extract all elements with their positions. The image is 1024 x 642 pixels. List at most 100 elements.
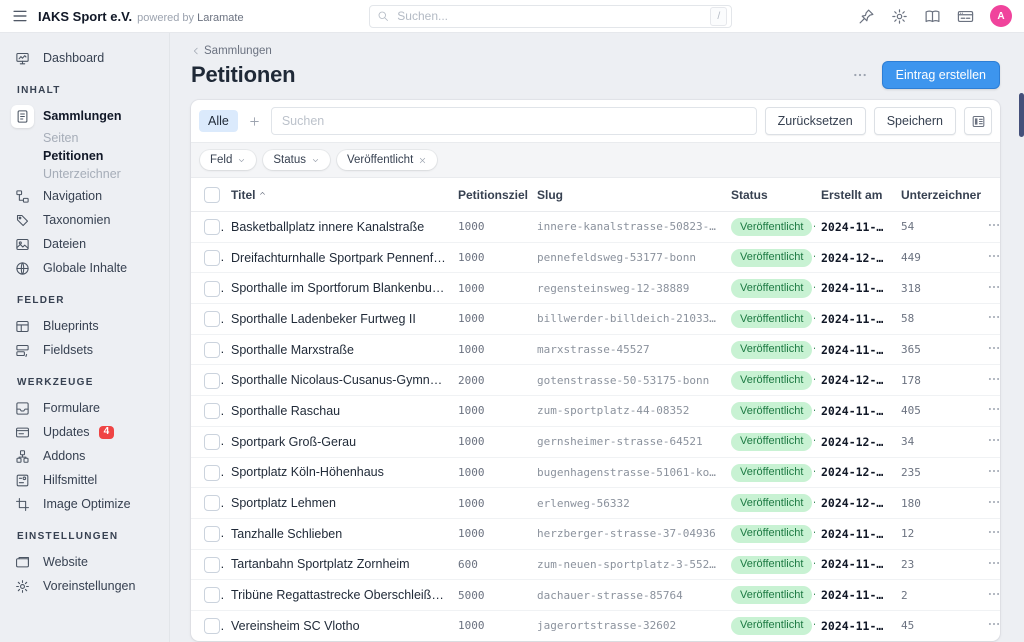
add-view-icon[interactable]	[248, 115, 261, 128]
entry-title-link[interactable]: Basketballplatz innere Kanalstraße	[225, 212, 452, 243]
row-checkbox[interactable]	[204, 434, 220, 450]
sidebar-item-dateien[interactable]: Dateien	[15, 232, 169, 256]
row-actions-button[interactable]	[987, 341, 1000, 355]
column-header-erstellt-am[interactable]: Erstellt am	[815, 178, 895, 212]
entry-title-link[interactable]: Sporthalle Raschau	[225, 396, 452, 427]
row-checkbox[interactable]	[204, 495, 220, 511]
row-checkbox[interactable]	[204, 250, 220, 266]
entry-title-link[interactable]: Sportplatz Lehmen	[225, 488, 452, 519]
row-checkbox[interactable]	[204, 557, 220, 573]
avatar[interactable]: A	[990, 5, 1012, 27]
sidebar: DashboardINHALTSammlungenSeitenPetitione…	[0, 33, 170, 642]
entry-signers: 180	[895, 488, 977, 519]
entry-slug: jagerortstrasse-32602	[531, 610, 725, 640]
sidebar-item-navigation[interactable]: Navigation	[15, 184, 169, 208]
row-checkbox[interactable]	[204, 618, 220, 634]
row-actions-button[interactable]	[987, 464, 1000, 478]
filter-search-input[interactable]	[271, 107, 757, 135]
row-actions-button[interactable]	[987, 556, 1000, 570]
entry-goal: 1000	[452, 396, 531, 427]
entry-signers: 235	[895, 457, 977, 488]
column-header-titel[interactable]: Titel	[225, 178, 452, 212]
row-checkbox[interactable]	[204, 526, 220, 542]
row-checkbox[interactable]	[204, 311, 220, 327]
entry-title-link[interactable]: Vereinsheim SC Vlotho	[225, 610, 452, 640]
row-actions-button[interactable]	[987, 218, 1000, 232]
entry-title-link[interactable]: Sportpark Groß-Gerau	[225, 426, 452, 457]
collections-icon	[15, 109, 30, 124]
create-entry-button[interactable]: Eintrag erstellen	[882, 61, 1000, 89]
row-actions-button[interactable]	[987, 249, 1000, 263]
entry-title-link[interactable]: Dreifachturnhalle Sportpark Pennenfeld	[225, 242, 452, 273]
page-actions-button[interactable]	[852, 67, 868, 83]
save-button[interactable]: Speichern	[874, 107, 956, 135]
main-content: Sammlungen Petitionen Eintrag erstellen …	[170, 33, 1024, 642]
status-badge: Veröffentlicht	[731, 586, 812, 604]
sidebar-subitem-petitionen[interactable]: Petitionen	[43, 147, 169, 164]
column-header-slug[interactable]: Slug	[531, 178, 725, 212]
filter-chip-status[interactable]: Status	[263, 150, 330, 170]
row-actions-button[interactable]	[987, 310, 1000, 324]
row-actions-button[interactable]	[987, 433, 1000, 447]
row-checkbox[interactable]	[204, 403, 220, 419]
row-actions-button[interactable]	[987, 525, 1000, 539]
entry-title-link[interactable]: Tartanbahn Sportplatz Zornheim	[225, 549, 452, 580]
row-actions-button[interactable]	[987, 495, 1000, 509]
entry-title-link[interactable]: Sporthalle Ladenbeker Furtweg II	[225, 304, 452, 335]
select-all-checkbox[interactable]	[204, 187, 220, 203]
entry-title-link[interactable]: Sportplatz Köln-Höhenhaus	[225, 457, 452, 488]
sidebar-item-taxonomien[interactable]: Taxonomien	[15, 208, 169, 232]
sidebar-item-website[interactable]: Website	[15, 550, 169, 574]
sidebar-item-dashboard[interactable]: Dashboard	[15, 46, 169, 70]
entry-title-link[interactable]: Sporthalle Nicolaus-Cusanus-Gymnasium	[225, 365, 452, 396]
row-actions-button[interactable]	[987, 402, 1000, 416]
menu-icon[interactable]	[12, 8, 28, 24]
sidebar-sublist: SeitenPetitionenUnterzeichner	[43, 129, 169, 182]
breadcrumb[interactable]: Sammlungen	[191, 45, 272, 57]
row-checkbox[interactable]	[204, 342, 220, 358]
sidebar-subitem-seiten[interactable]: Seiten	[43, 129, 169, 146]
gear-icon[interactable]	[891, 8, 908, 25]
sidebar-item-sammlungen[interactable]: Sammlungen	[15, 104, 169, 128]
column-header-unterzeichner[interactable]: Unterzeichner	[895, 178, 977, 212]
brand-name: IAKS Sport e.V.	[38, 9, 132, 24]
row-checkbox[interactable]	[204, 587, 220, 603]
sidebar-item-voreinstellungen[interactable]: Voreinstellungen	[15, 574, 169, 598]
sidebar-item-fieldsets[interactable]: Fieldsets	[15, 338, 169, 362]
global-search-input[interactable]	[395, 8, 704, 24]
sidebar-item-updates[interactable]: Updates4	[15, 420, 169, 444]
scrollbar-thumb[interactable]	[1019, 93, 1024, 137]
entry-title-link[interactable]: Sporthalle im Sportforum Blankenburg (Ha…	[225, 273, 452, 304]
entry-title-link[interactable]: Sporthalle Marxstraße	[225, 334, 452, 365]
docs-book-icon[interactable]	[924, 8, 941, 25]
row-checkbox[interactable]	[204, 373, 220, 389]
reset-button[interactable]: Zurücksetzen	[765, 107, 866, 135]
sidebar-item-blueprints[interactable]: Blueprints	[15, 314, 169, 338]
sidebar-subitem-unterzeichner[interactable]: Unterzeichner	[43, 165, 169, 182]
filter-chip-ver-ffentlicht[interactable]: Veröffentlicht	[337, 150, 437, 170]
entry-title-link[interactable]: Tribüne Regattastrecke Oberschleißheim	[225, 580, 452, 611]
close-icon[interactable]	[418, 156, 427, 165]
form-icon	[15, 401, 30, 416]
row-actions-button[interactable]	[987, 617, 1000, 631]
row-actions-button[interactable]	[987, 372, 1000, 386]
row-checkbox[interactable]	[204, 219, 220, 235]
column-header-petitionsziel[interactable]: Petitionsziel	[452, 178, 531, 212]
sidebar-item-image-optimize[interactable]: Image Optimize	[15, 492, 169, 516]
sidebar-item-hilfsmittel[interactable]: Hilfsmittel	[15, 468, 169, 492]
entry-title-link[interactable]: Tanzhalle Schlieben	[225, 518, 452, 549]
pin-icon[interactable]	[858, 8, 875, 25]
columns-button[interactable]	[964, 107, 992, 135]
row-actions-button[interactable]	[987, 280, 1000, 294]
view-tab-all[interactable]: Alle	[199, 110, 238, 132]
sidebar-item-globale-inhalte[interactable]: Globale Inhalte	[15, 256, 169, 280]
sidebar-item-addons[interactable]: Addons	[15, 444, 169, 468]
filter-chip-feld[interactable]: Feld	[200, 150, 256, 170]
column-header-status[interactable]: Status	[725, 178, 815, 212]
sidebar-item-formulare[interactable]: Formulare	[15, 396, 169, 420]
view-site-icon[interactable]	[957, 8, 974, 25]
row-checkbox[interactable]	[204, 465, 220, 481]
row-checkbox[interactable]	[204, 281, 220, 297]
row-actions-button[interactable]	[987, 587, 1000, 601]
global-search[interactable]: /	[369, 5, 732, 28]
